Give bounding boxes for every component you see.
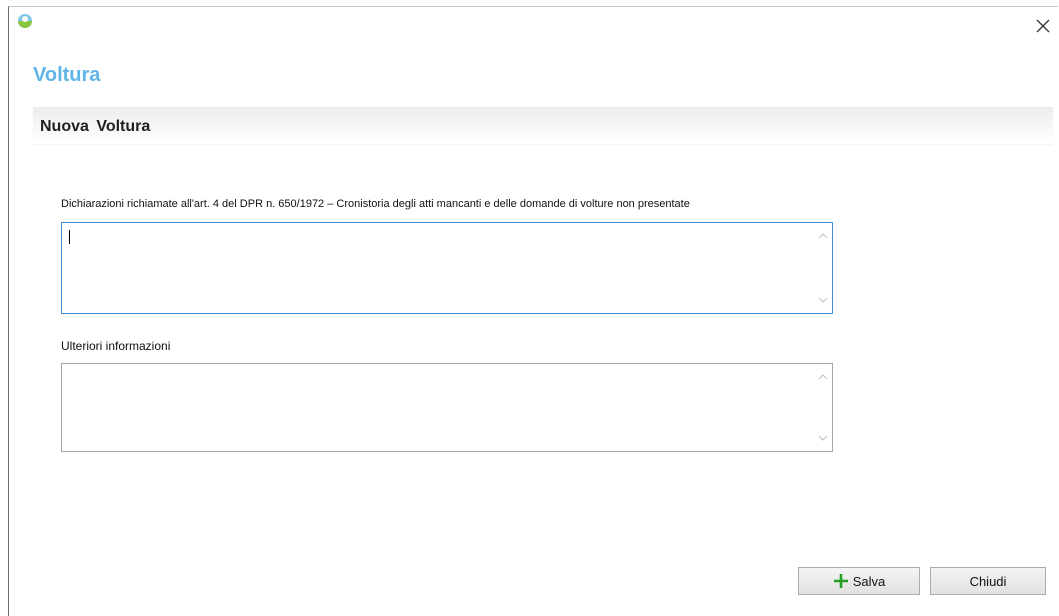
scroll-up-icon[interactable] [818,231,828,241]
save-button[interactable]: Salva [798,567,920,595]
close-button-label: Chiudi [969,573,1007,589]
section-title: Nuova Voltura [40,118,151,135]
declarations-label: Dichiarazioni richiamate all'art. 4 del … [61,198,690,210]
plus-icon [833,573,849,589]
section-header: Nuova Voltura [33,107,1053,144]
further-info-label: Ulteriori informazioni [61,339,171,353]
further-info-input[interactable] [62,364,814,451]
further-info-textarea[interactable] [61,363,833,452]
scroll-up-icon[interactable] [818,372,828,382]
declarations-input[interactable] [62,223,814,313]
close-icon[interactable] [1031,14,1055,38]
page-title: Voltura [33,64,101,86]
close-button[interactable]: Chiudi [930,567,1046,595]
further-info-scrollbar[interactable] [814,364,832,451]
declarations-textarea[interactable] [61,222,833,314]
scroll-down-icon[interactable] [818,433,828,443]
declarations-scrollbar[interactable] [814,223,832,313]
text-caret [69,230,70,244]
app-logo-icon [13,9,37,33]
scroll-down-icon[interactable] [818,295,828,305]
save-button-label: Salva [852,573,886,589]
